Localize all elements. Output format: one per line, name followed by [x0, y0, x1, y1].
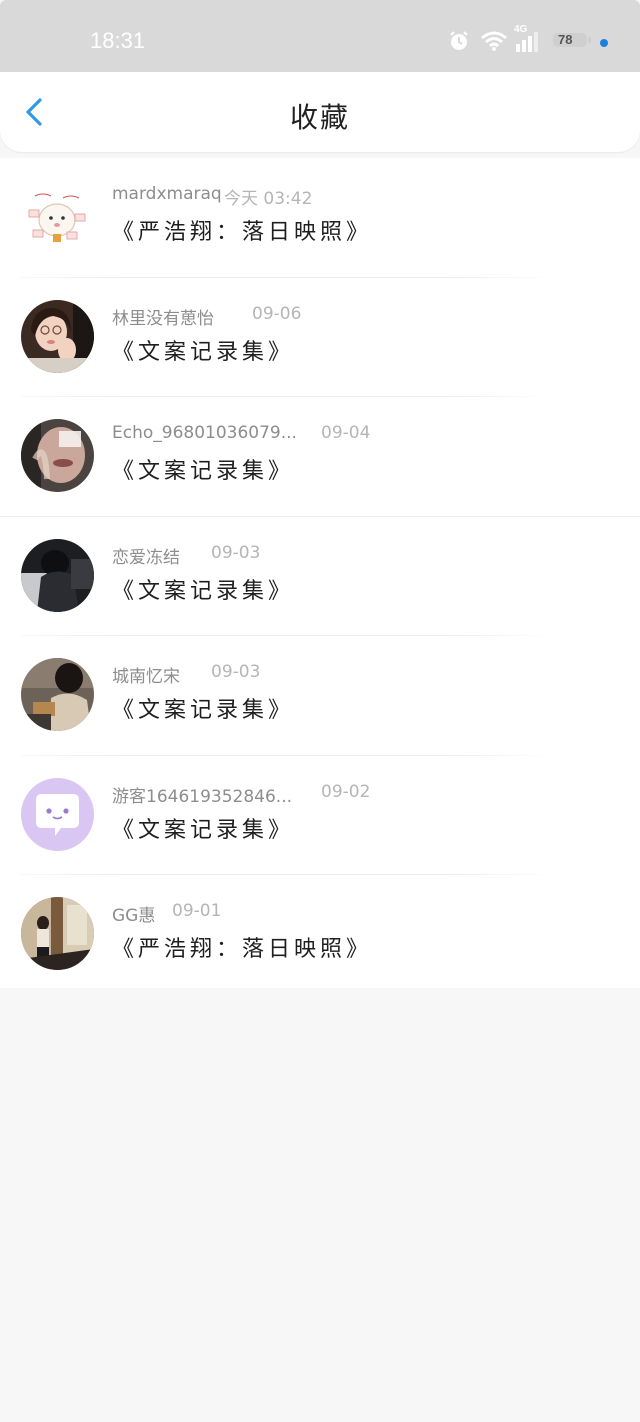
timestamp: 09-03	[211, 662, 261, 682]
collection-title: 《文案记录集》	[112, 339, 295, 365]
list-item[interactable]: Echo_96801036079... 09-04 《文案记录集》	[0, 397, 640, 517]
status-time: 18:31	[90, 28, 146, 53]
item-meta: 林里没有葸怡 09-06	[112, 304, 301, 329]
username: 恋爱冻结	[112, 547, 180, 568]
item-meta: mardxmaraq 今天 03:42	[112, 184, 312, 209]
username: 游客164619352846...	[112, 786, 293, 807]
collection-title: 《文案记录集》	[112, 698, 295, 723]
collection-title: 《严浩翔：落日映照》	[112, 220, 373, 245]
status-bar: 18:31 4G 78	[0, 0, 640, 72]
person-by-door-avatar	[21, 897, 94, 970]
dark-photo-avatar	[21, 538, 94, 612]
list-item[interactable]: 城南忆宋 09-03 《文案记录集》	[0, 636, 640, 756]
timestamp: 今天 03:42	[224, 189, 313, 209]
timestamp: 09-02	[321, 781, 371, 802]
empty-area	[0, 988, 640, 1422]
list-item[interactable]: mardxmaraq 今天 03:42 《严浩翔：落日映照》	[0, 158, 640, 278]
timestamp: 09-01	[172, 901, 222, 921]
page-title: 收藏	[289, 101, 350, 134]
item-meta: 游客164619352846... 09-02	[112, 782, 370, 807]
list-item[interactable]: 林里没有葸怡 09-06 《文案记录集》	[0, 278, 640, 397]
cartoon-sticker-avatar	[21, 180, 94, 253]
favorites-list: mardxmaraq 今天 03:42 《严浩翔：落日映照》 林里没有葸怡 09…	[0, 158, 640, 995]
username: 林里没有葸怡	[112, 308, 214, 329]
collection-title: 《严浩翔：落日映照》	[112, 937, 373, 962]
collection-title: 《文案记录集》	[112, 459, 295, 484]
item-meta: Echo_96801036079... 09-04	[112, 423, 370, 443]
collection-title: 《文案记录集》	[112, 578, 295, 604]
header: 收藏	[0, 72, 640, 152]
wifi-icon	[481, 31, 507, 51]
list-item[interactable]: 游客164619352846... 09-02 《文案记录集》	[0, 756, 640, 875]
timestamp: 09-06	[252, 303, 302, 324]
notification-dot-icon	[600, 39, 608, 47]
username: 城南忆宋	[112, 667, 180, 687]
collection-title: 《文案记录集》	[112, 817, 295, 843]
item-meta: 恋爱冻结 09-03	[112, 543, 260, 568]
timestamp: 09-03	[211, 542, 261, 563]
signal-icon	[516, 32, 538, 52]
battery-level: 78	[558, 32, 573, 47]
blurred-selfie-avatar	[21, 419, 94, 492]
username: GG惠	[112, 906, 156, 926]
list-item[interactable]: GG惠 09-01 《严浩翔：落日映照》	[0, 875, 640, 995]
reading-person-avatar	[21, 658, 94, 731]
username: mardxmaraq	[112, 184, 222, 204]
list-item[interactable]: 恋爱冻结 09-03 《文案记录集》	[0, 517, 640, 636]
timestamp: 09-04	[321, 423, 371, 443]
username: Echo_96801036079...	[112, 423, 297, 443]
item-meta: 城南忆宋 09-03	[112, 662, 260, 687]
alarm-icon	[450, 31, 468, 50]
chat-bubble-default-avatar	[21, 777, 94, 851]
girl-portrait-avatar	[21, 299, 94, 373]
item-meta: GG惠 09-01	[112, 901, 221, 926]
